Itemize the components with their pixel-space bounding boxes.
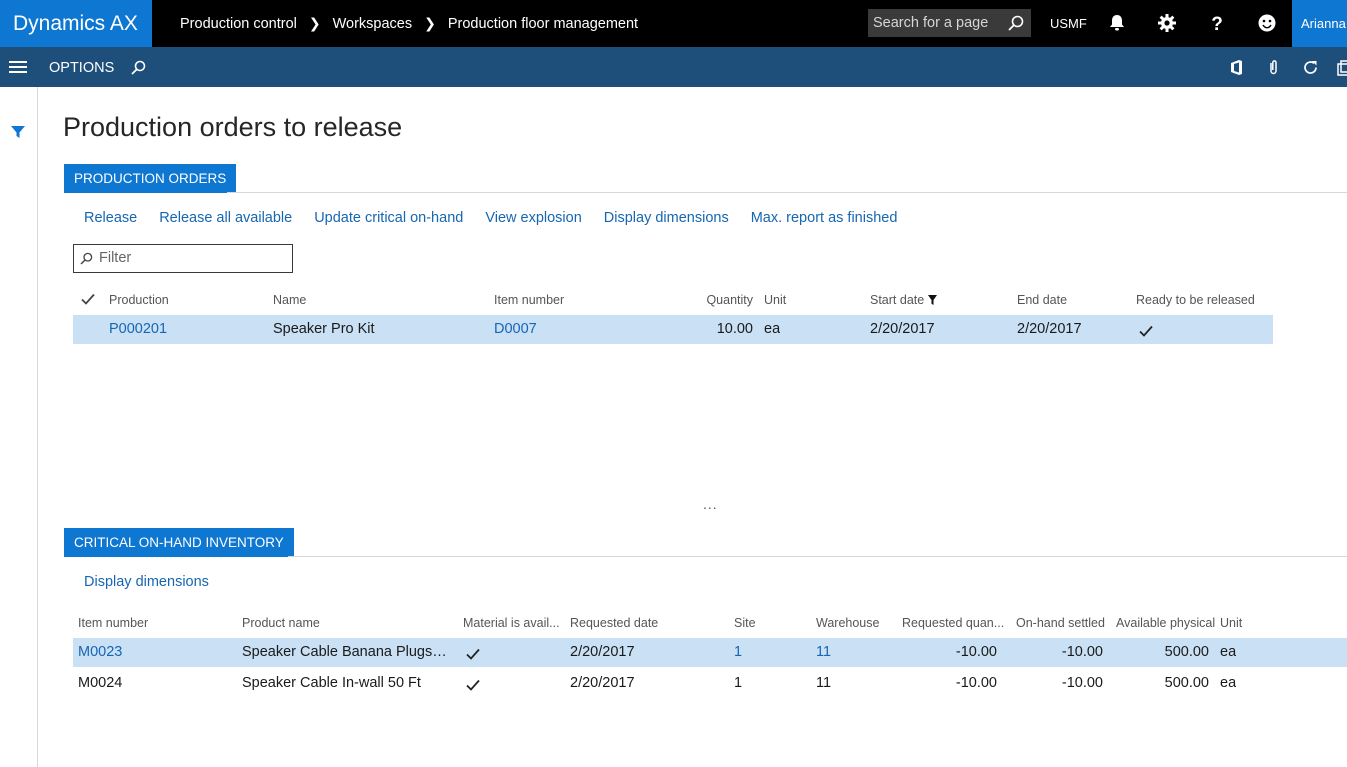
column-header-start-date[interactable]: Start date [870,293,937,307]
top-navigation-bar: Dynamics AX Production control ❯ Workspa… [0,0,1347,47]
breadcrumb-item-workspaces[interactable]: Workspaces [333,16,413,32]
ready-checkmark-icon [1139,325,1153,337]
section-divider [288,556,1347,557]
production-name-cell: Speaker Pro Kit [273,321,375,337]
column-header-unit[interactable]: Unit [1220,616,1242,630]
item-number-link[interactable]: M0023 [78,644,122,660]
requested-quantity-cell: -10.00 [955,644,997,660]
column-header-on-hand-settled[interactable]: On-hand settled [1016,616,1105,630]
release-button[interactable]: Release [84,210,137,226]
column-header-material-available[interactable]: Material is avail... [463,616,560,630]
company-selector[interactable]: USMF [1050,0,1087,47]
column-header-requested-quantity[interactable]: Requested quan... [902,616,1004,630]
search-placeholder: Search for a page [873,15,989,31]
smiley-feedback-icon[interactable] [1257,13,1277,33]
tab-critical-on-hand-inventory[interactable]: CRITICAL ON-HAND INVENTORY [64,528,294,557]
page-title: Production orders to release [63,112,403,142]
column-header-quantity[interactable]: Quantity [660,293,753,307]
action-bar: OPTIONS [0,47,1347,87]
column-header-site[interactable]: Site [734,616,756,630]
site-link[interactable]: 1 [734,644,742,660]
filter-input[interactable]: Filter [73,244,293,273]
select-all-checkmark-icon[interactable] [81,293,95,305]
pane-splitter[interactable]: ... [703,496,718,512]
filter-icon[interactable] [10,124,26,140]
chevron-right-icon: ❯ [424,15,436,31]
section-divider [227,192,1347,193]
requested-quantity-cell: -10.00 [955,675,997,691]
column-header-item-number[interactable]: Item number [78,616,148,630]
column-header-end-date[interactable]: End date [1017,293,1067,307]
search-input[interactable]: Search for a page [868,9,1031,37]
chevron-right-icon: ❯ [308,15,321,31]
quantity-cell: 10.00 [716,321,753,337]
item-number-link[interactable]: D0007 [494,321,537,337]
hamburger-menu-icon[interactable] [9,59,27,75]
unit-cell: ea [1220,675,1237,691]
bell-icon[interactable] [1107,13,1127,33]
office-icon[interactable] [1228,59,1245,76]
on-hand-settled-cell: -10.00 [1061,644,1103,660]
column-header-product-name[interactable]: Product name [242,616,320,630]
display-dimensions-button[interactable]: Display dimensions [604,210,729,226]
search-icon[interactable] [1007,14,1025,32]
start-date-cell: 2/20/2017 [870,321,935,337]
requested-date-cell: 2/20/2017 [570,644,635,660]
unit-cell: ea [764,321,781,337]
column-header-requested-date[interactable]: Requested date [570,616,658,630]
unit-cell: ea [1220,644,1237,660]
tab-production-orders[interactable]: PRODUCTION ORDERS [64,164,237,193]
production-order-link[interactable]: P000201 [109,321,167,337]
available-physical-cell: 500.00 [1164,675,1209,691]
gear-icon[interactable] [1157,13,1177,33]
filter-pane [0,87,38,767]
product-name-cell: Speaker Cable In-wall 50 Ft [242,675,421,691]
column-header-production[interactable]: Production [109,293,169,307]
available-physical-cell: 500.00 [1164,644,1209,660]
site-cell: 1 [734,675,743,691]
column-header-start-date-label: Start date [870,293,925,307]
svg-text:?: ? [1211,14,1223,33]
breadcrumb-item-production-floor-management[interactable]: Production floor management [448,16,638,32]
update-critical-on-hand-button[interactable]: Update critical on-hand [314,210,463,226]
search-icon [80,252,93,265]
item-number-cell[interactable]: M0024 [78,675,122,691]
help-icon[interactable]: ? [1207,13,1227,33]
refresh-icon[interactable] [1302,59,1319,76]
options-tab[interactable]: OPTIONS [49,47,114,89]
column-header-item-number[interactable]: Item number [494,293,564,307]
user-account[interactable]: Arianna [1292,0,1347,47]
release-all-available-button[interactable]: Release all available [159,210,292,226]
critical-inventory-action-links: Display dimensions [84,574,231,590]
attachment-icon[interactable] [1265,59,1282,76]
max-report-as-finished-button[interactable]: Max. report as finished [751,210,898,226]
search-icon[interactable] [130,59,147,76]
column-header-available-physical[interactable]: Available physical [1116,616,1215,630]
view-explosion-button[interactable]: View explosion [485,210,581,226]
material-available-checkmark-icon [466,679,480,691]
display-dimensions-button[interactable]: Display dimensions [84,574,209,590]
app-brand[interactable]: Dynamics AX [0,0,152,47]
end-date-cell: 2/20/2017 [1017,321,1082,337]
breadcrumb-item-production-control[interactable]: Production control [180,16,297,32]
material-available-checkmark-icon [466,648,480,660]
open-new-window-icon[interactable] [1337,59,1347,76]
column-header-warehouse[interactable]: Warehouse [816,616,879,630]
production-orders-action-links: Release Release all available Update cri… [84,210,919,226]
breadcrumb: Production control ❯ Workspaces ❯ Produc… [180,0,638,47]
column-header-name[interactable]: Name [273,293,306,307]
requested-date-cell: 2/20/2017 [570,675,635,691]
warehouse-cell: 11 [816,675,832,691]
filter-placeholder: Filter [99,250,132,266]
on-hand-settled-cell: -10.00 [1061,675,1103,691]
column-header-ready-to-be-released[interactable]: Ready to be released [1136,293,1255,307]
product-name-cell: Speaker Cable Banana Plugs 24... [242,644,450,660]
filter-applied-icon [927,295,937,305]
column-header-unit[interactable]: Unit [764,293,786,307]
warehouse-link[interactable]: 11 [816,644,831,660]
